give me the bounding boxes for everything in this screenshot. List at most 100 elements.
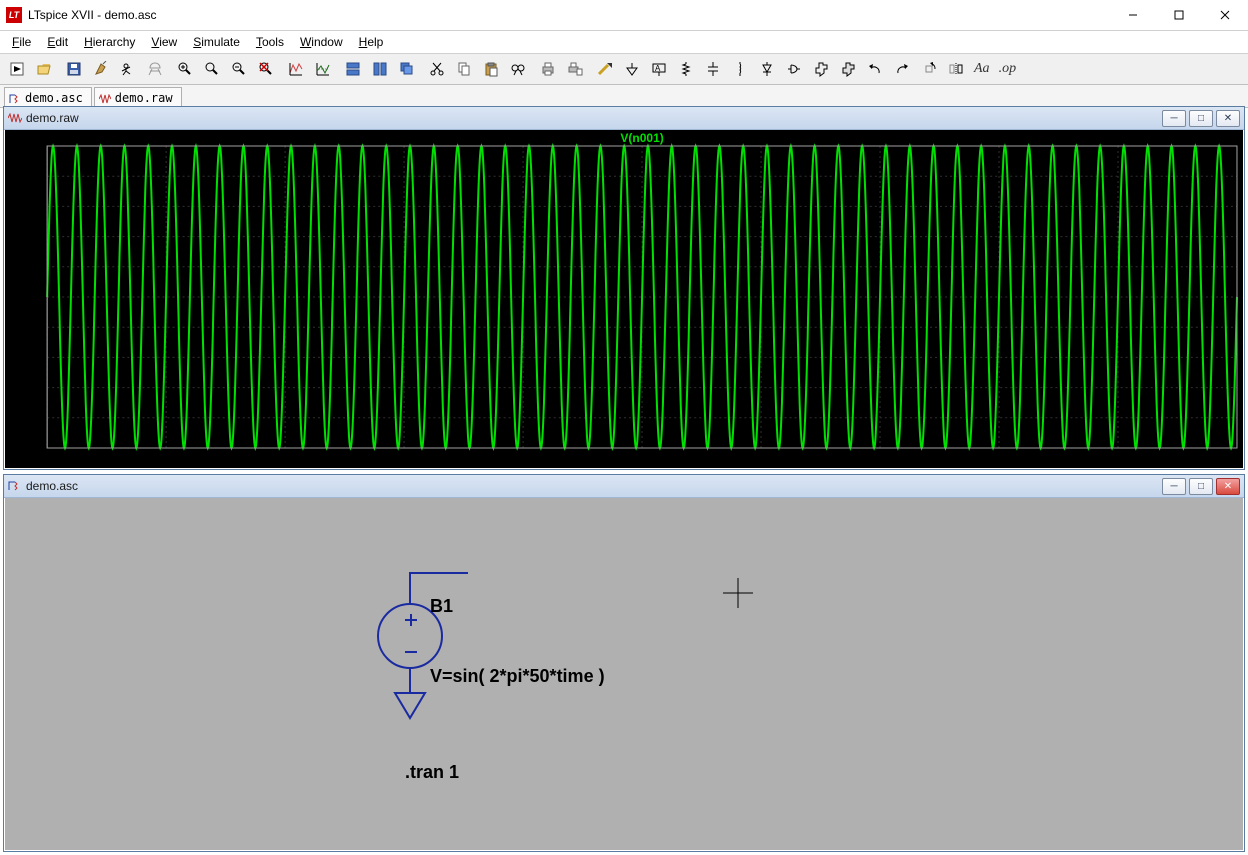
tab-label: demo.raw	[115, 91, 173, 105]
cursor-crosshair	[723, 578, 753, 608]
svg-text:0.7s: 0.7s	[870, 455, 891, 467]
text-button[interactable]: Aa	[970, 56, 994, 82]
svg-text:0.4V: 0.4V	[20, 232, 43, 244]
draw-wire-button[interactable]	[592, 56, 618, 82]
menu-view[interactable]: View	[143, 33, 185, 51]
waveform-icon	[8, 112, 22, 124]
move-button[interactable]	[808, 56, 834, 82]
redo-button[interactable]	[889, 56, 915, 82]
svg-text:0.8V: 0.8V	[20, 171, 43, 183]
mdi-minimize-button[interactable]: ─	[1162, 110, 1186, 127]
open-button[interactable]	[31, 56, 57, 82]
zoom-in-button[interactable]	[172, 56, 198, 82]
diode-button[interactable]	[754, 56, 780, 82]
print-setup-button[interactable]	[562, 56, 588, 82]
schematic-window[interactable]: demo.asc ─ □ ✕	[3, 474, 1245, 852]
waveform-plot[interactable]: 1.0V0.8V0.6V0.4V0.2V0.0V-0.2V-0.4V-0.6V-…	[5, 130, 1243, 468]
new-schematic-button[interactable]	[4, 56, 30, 82]
zoom-out-button[interactable]	[226, 56, 252, 82]
control-panel-button[interactable]	[88, 56, 114, 82]
find-button[interactable]	[505, 56, 531, 82]
schematic-icon	[9, 93, 21, 103]
tile-horz-button[interactable]	[340, 56, 366, 82]
schematic-canvas[interactable]: B1 V=sin( 2*pi*50*time ) .tran 1	[5, 498, 1243, 850]
close-button[interactable]	[1202, 0, 1248, 30]
menu-edit[interactable]: Edit	[39, 33, 76, 51]
menu-hierarchy[interactable]: Hierarchy	[76, 33, 143, 51]
svg-text:0.2V: 0.2V	[20, 262, 43, 274]
component-value-label[interactable]: V=sin( 2*pi*50*time )	[430, 666, 605, 686]
capacitor-button[interactable]	[700, 56, 726, 82]
menu-window[interactable]: Window	[292, 33, 351, 51]
svg-text:0.5s: 0.5s	[632, 455, 653, 467]
run-button[interactable]	[115, 56, 141, 82]
tile-vert-button[interactable]	[367, 56, 393, 82]
waveform-icon	[99, 93, 111, 103]
paste-button[interactable]	[478, 56, 504, 82]
inductor-button[interactable]	[727, 56, 753, 82]
mdi-minimize-button[interactable]: ─	[1162, 478, 1186, 495]
component-button[interactable]	[781, 56, 807, 82]
cascade-button[interactable]	[394, 56, 420, 82]
autorange-button[interactable]	[283, 56, 309, 82]
ground-button[interactable]	[619, 56, 645, 82]
maximize-button[interactable]	[1156, 0, 1202, 30]
mdi-close-button[interactable]: ✕	[1216, 478, 1240, 495]
zoom-pan-button[interactable]	[199, 56, 225, 82]
svg-text:0.9s: 0.9s	[1108, 455, 1129, 467]
waveform-title: demo.raw	[26, 111, 1162, 125]
schematic-wires[interactable]	[395, 573, 468, 718]
svg-text:-0.4V: -0.4V	[17, 352, 44, 364]
halt-button[interactable]	[142, 56, 168, 82]
tab-demo-raw[interactable]: demo.raw	[94, 87, 182, 107]
resistor-button[interactable]	[673, 56, 699, 82]
menu-simulate[interactable]: Simulate	[185, 33, 248, 51]
svg-text:0.8s: 0.8s	[989, 455, 1010, 467]
svg-text:0.0s: 0.0s	[47, 455, 68, 467]
tab-demo-asc[interactable]: demo.asc	[4, 87, 92, 107]
svg-text:1.0s: 1.0s	[1216, 455, 1237, 467]
svg-text:0.4s: 0.4s	[513, 455, 534, 467]
svg-text:0.6s: 0.6s	[751, 455, 772, 467]
window-title: LTspice XVII - demo.asc	[28, 8, 1110, 22]
svg-text:-0.2V: -0.2V	[17, 322, 44, 334]
titlebar: LT LTspice XVII - demo.asc	[0, 0, 1248, 31]
svg-text:0.3s: 0.3s	[394, 455, 415, 467]
zoom-fit-button[interactable]	[253, 56, 279, 82]
tab-label: demo.asc	[25, 91, 83, 105]
setup-plot-button[interactable]	[310, 56, 336, 82]
schematic-titlebar[interactable]: demo.asc ─ □ ✕	[4, 475, 1244, 498]
undo-button[interactable]	[862, 56, 888, 82]
schematic-icon	[8, 480, 22, 492]
spice-directive-button[interactable]: .op	[995, 56, 1021, 82]
document-tabbar: demo.asc demo.raw	[0, 85, 1248, 108]
menubar: File Edit Hierarchy View Simulate Tools …	[0, 31, 1248, 54]
minimize-button[interactable]	[1110, 0, 1156, 30]
svg-text:1.0V: 1.0V	[20, 141, 43, 153]
component-ref-label[interactable]: B1	[430, 596, 453, 616]
svg-text:-0.8V: -0.8V	[17, 413, 44, 425]
print-button[interactable]	[535, 56, 561, 82]
svg-text:-1.0V: -1.0V	[17, 443, 44, 455]
mdi-maximize-button[interactable]: □	[1189, 478, 1213, 495]
spice-directive[interactable]: .tran 1	[405, 762, 459, 782]
mdi-maximize-button[interactable]: □	[1189, 110, 1213, 127]
mirror-button[interactable]	[943, 56, 969, 82]
waveform-titlebar[interactable]: demo.raw ─ □ ✕	[4, 107, 1244, 130]
svg-text:0.1s: 0.1s	[156, 455, 177, 467]
menu-tools[interactable]: Tools	[248, 33, 292, 51]
waveform-window[interactable]: demo.raw ─ □ ✕ 1.0V0.8V0.6V0.4V0.2V0.0V-…	[3, 106, 1245, 470]
cut-button[interactable]	[424, 56, 450, 82]
save-button[interactable]	[61, 56, 87, 82]
mdi-client: demo.raw ─ □ ✕ 1.0V0.8V0.6V0.4V0.2V0.0V-…	[3, 106, 1245, 852]
copy-button[interactable]	[451, 56, 477, 82]
svg-text:0.2s: 0.2s	[275, 455, 296, 467]
toolbar: A Aa .op	[0, 54, 1248, 85]
mdi-close-button[interactable]: ✕	[1216, 110, 1240, 127]
drag-button[interactable]	[835, 56, 861, 82]
menu-file[interactable]: File	[4, 33, 39, 51]
label-net-button[interactable]: A	[646, 56, 672, 82]
rotate-button[interactable]	[916, 56, 942, 82]
schematic-title: demo.asc	[26, 479, 1162, 493]
menu-help[interactable]: Help	[351, 33, 392, 51]
